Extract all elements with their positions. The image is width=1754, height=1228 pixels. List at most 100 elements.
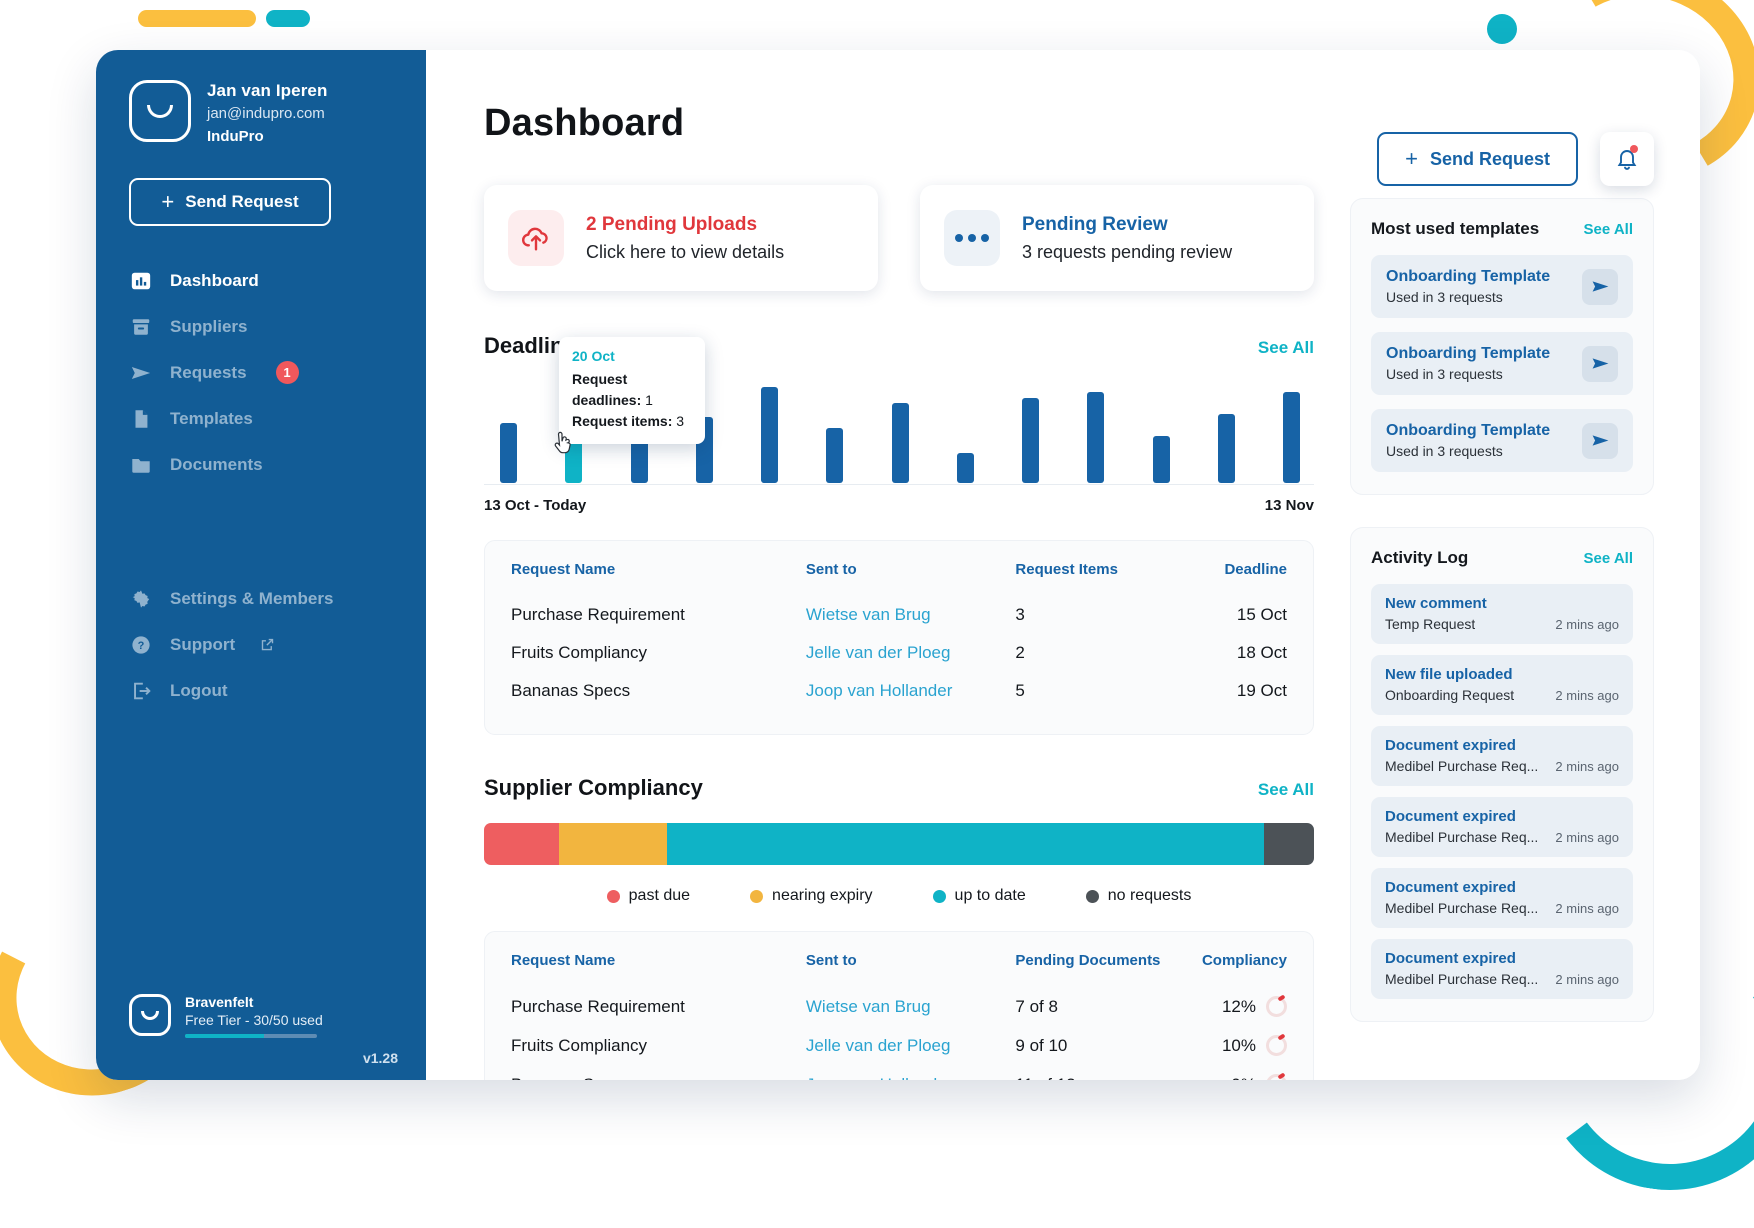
templates-see-all-link[interactable]: See All bbox=[1584, 221, 1633, 238]
sidebar-item-label: Settings & Members bbox=[170, 588, 334, 608]
logout-icon bbox=[129, 679, 153, 703]
deadlines-bar-chart: 20 Oct Request deadlines: 1 Request item… bbox=[484, 337, 1314, 485]
activity-timestamp: 2 mins ago bbox=[1555, 830, 1619, 845]
templates-list: Onboarding Template Used in 3 requests Onb… bbox=[1371, 255, 1633, 472]
cell-sent-to-link[interactable]: Wietse van Brug bbox=[806, 987, 1016, 1026]
compliancy-legend: past due nearing expiry up to date no reque… bbox=[484, 887, 1314, 905]
pending-review-card[interactable]: Pending Review 3 requests pending review bbox=[920, 185, 1314, 291]
compliancy-percent: 9% bbox=[1231, 1075, 1256, 1081]
tooltip-deadlines-label: Request deadlines: bbox=[572, 371, 642, 408]
deadline-bar[interactable] bbox=[956, 453, 974, 483]
activity-log-item[interactable]: Document expired Medibel Purchase Req... 2… bbox=[1371, 797, 1633, 857]
notifications-button[interactable] bbox=[1600, 132, 1654, 186]
deadlines-table: Request Name Sent to Request Items Deadl… bbox=[511, 561, 1287, 710]
cell-sent-to-link[interactable]: Jelle van der Ploeg bbox=[806, 634, 1016, 672]
tooltip-items-value: 3 bbox=[676, 413, 685, 429]
sidebar-item-suppliers[interactable]: Suppliers bbox=[96, 304, 426, 350]
deadline-bar[interactable] bbox=[826, 428, 844, 483]
legend-item: no requests bbox=[1085, 887, 1191, 905]
cell-sent-to-link[interactable]: Joop van Hollander bbox=[806, 672, 1016, 710]
deadline-bar[interactable] bbox=[1152, 436, 1170, 483]
avatar bbox=[129, 80, 191, 142]
cell-pending-documents: 9 of 10 bbox=[1015, 1035, 1068, 1055]
sidebar-item-label: Logout bbox=[170, 680, 228, 700]
tooltip-items-row: Request items: 3 bbox=[572, 411, 692, 432]
axis-label-right: 13 Nov bbox=[1264, 497, 1314, 514]
paper-plane-icon[interactable] bbox=[1582, 422, 1618, 459]
table-row[interactable]: Bananas Specs Joop van Hollander 11 of 1… bbox=[511, 1065, 1287, 1080]
sidebar-item-templates[interactable]: Templates bbox=[96, 396, 426, 442]
tooltip-date: 20 Oct bbox=[572, 348, 615, 364]
activity-see-all-link[interactable]: See All bbox=[1584, 550, 1633, 567]
compliancy-table-card: Request Name Sent to Pending Documents C… bbox=[484, 931, 1314, 1080]
paper-plane-icon[interactable] bbox=[1582, 268, 1618, 305]
activity-log-item[interactable]: Document expired Medibel Purchase Req... 2… bbox=[1371, 939, 1633, 999]
sidebar-item-requests[interactable]: Requests 1 bbox=[96, 350, 426, 396]
legend-item: past due bbox=[606, 887, 690, 905]
sidebar-item-support[interactable]: ? Support bbox=[96, 622, 426, 668]
activity-timestamp: 2 mins ago bbox=[1555, 617, 1619, 632]
gear-icon bbox=[129, 587, 153, 611]
user-profile: Jan van Iperen jan@indupro.com InduPro bbox=[96, 50, 426, 145]
notification-indicator bbox=[1630, 145, 1638, 153]
paper-plane-icon[interactable] bbox=[1582, 345, 1618, 382]
template-item[interactable]: Onboarding Template Used in 3 requests bbox=[1371, 409, 1633, 472]
activity-log-item[interactable]: New file uploaded Onboarding Request 2 min… bbox=[1371, 655, 1633, 715]
activity-title: Document expired bbox=[1385, 879, 1516, 896]
main-content: Dashboard 2 Pending Uploads Click here t… bbox=[426, 50, 1700, 1080]
sidebar-item-documents[interactable]: Documents bbox=[96, 442, 426, 488]
pending-uploads-title: 2 Pending Uploads bbox=[586, 214, 758, 236]
activity-log-item[interactable]: Document expired Medibel Purchase Req... 2… bbox=[1371, 726, 1633, 786]
pending-uploads-card[interactable]: 2 Pending Uploads Click here to view det… bbox=[484, 185, 878, 291]
column-sent-to: Sent to bbox=[805, 952, 857, 969]
deadline-bar[interactable] bbox=[1283, 392, 1300, 483]
deadline-bar[interactable] bbox=[1217, 414, 1235, 483]
deadline-bar[interactable] bbox=[1087, 392, 1105, 483]
activity-subject: Medibel Purchase Req... bbox=[1385, 900, 1539, 916]
table-row[interactable]: Purchase Requirement Wietse van Brug 7 o… bbox=[511, 987, 1287, 1026]
template-usage: Used in 3 requests bbox=[1386, 289, 1503, 305]
workspace-card[interactable]: Bravenfelt Free Tier - 30/50 used bbox=[129, 994, 426, 1038]
sidebar-item-label: Dashboard bbox=[170, 270, 259, 290]
template-item[interactable]: Onboarding Template Used in 3 requests bbox=[1371, 255, 1633, 318]
workspace-tier: Free Tier - 30/50 used bbox=[185, 1012, 323, 1028]
cell-pending-documents: 7 of 8 bbox=[1015, 996, 1058, 1016]
compliancy-percent: 10% bbox=[1221, 1035, 1256, 1055]
sidebar-send-request-button[interactable]: + Send Request bbox=[129, 177, 331, 226]
sidebar-item-label: Requests bbox=[170, 362, 247, 382]
cell-request-name: Purchase Requirement bbox=[511, 996, 685, 1016]
sidebar-item-dashboard[interactable]: Dashboard bbox=[96, 258, 426, 304]
table-row[interactable]: Fruits Compliancy Jelle van der Ploeg 2 … bbox=[511, 634, 1287, 672]
cell-sent-to-link[interactable]: Joop van Hollander bbox=[806, 1065, 1016, 1081]
table-row[interactable]: Purchase Requirement Wietse van Brug 3 1… bbox=[511, 596, 1287, 634]
activity-timestamp: 2 mins ago bbox=[1555, 759, 1619, 774]
activity-subject: Medibel Purchase Req... bbox=[1385, 829, 1539, 845]
compliancy-donut-icon bbox=[1266, 1035, 1287, 1056]
activity-log-item[interactable]: Document expired Medibel Purchase Req... 2… bbox=[1371, 868, 1633, 928]
sidebar-item-logout[interactable]: Logout bbox=[96, 668, 426, 714]
cell-request-items: 3 bbox=[1015, 605, 1025, 624]
smile-icon bbox=[141, 1010, 159, 1020]
table-row[interactable]: Bananas Specs Joop van Hollander 5 19 Oc… bbox=[511, 672, 1287, 710]
deadline-bar[interactable] bbox=[891, 403, 909, 483]
deadlines-see-all-link[interactable]: See All bbox=[1258, 338, 1314, 358]
deadline-bar[interactable] bbox=[500, 423, 517, 483]
paper-plane-icon bbox=[129, 361, 153, 385]
table-row[interactable]: Fruits Compliancy Jelle van der Ploeg 9 … bbox=[511, 1026, 1287, 1065]
sidebar-item-settings[interactable]: Settings & Members bbox=[96, 576, 426, 622]
cell-sent-to-link[interactable]: Wietse van Brug bbox=[806, 596, 1016, 634]
activity-log-item[interactable]: New comment Temp Request 2 mins ago bbox=[1371, 584, 1633, 644]
compliancy-see-all-link[interactable]: See All bbox=[1258, 780, 1314, 800]
cell-deadline: 19 Oct bbox=[1236, 681, 1287, 700]
svg-text:?: ? bbox=[138, 640, 145, 652]
template-item[interactable]: Onboarding Template Used in 3 requests bbox=[1371, 332, 1633, 395]
cell-deadline: 18 Oct bbox=[1236, 643, 1287, 662]
compliancy-donut-icon bbox=[1266, 996, 1287, 1017]
activity-title: Document expired bbox=[1385, 808, 1516, 825]
send-request-button[interactable]: + Send Request bbox=[1377, 132, 1578, 186]
column-deadline: Deadline bbox=[1224, 561, 1287, 578]
cell-sent-to-link[interactable]: Jelle van der Ploeg bbox=[806, 1026, 1016, 1065]
deadline-bar[interactable] bbox=[761, 387, 778, 483]
deadline-bar[interactable] bbox=[1022, 398, 1039, 483]
cell-request-name: Fruits Compliancy bbox=[511, 643, 648, 662]
